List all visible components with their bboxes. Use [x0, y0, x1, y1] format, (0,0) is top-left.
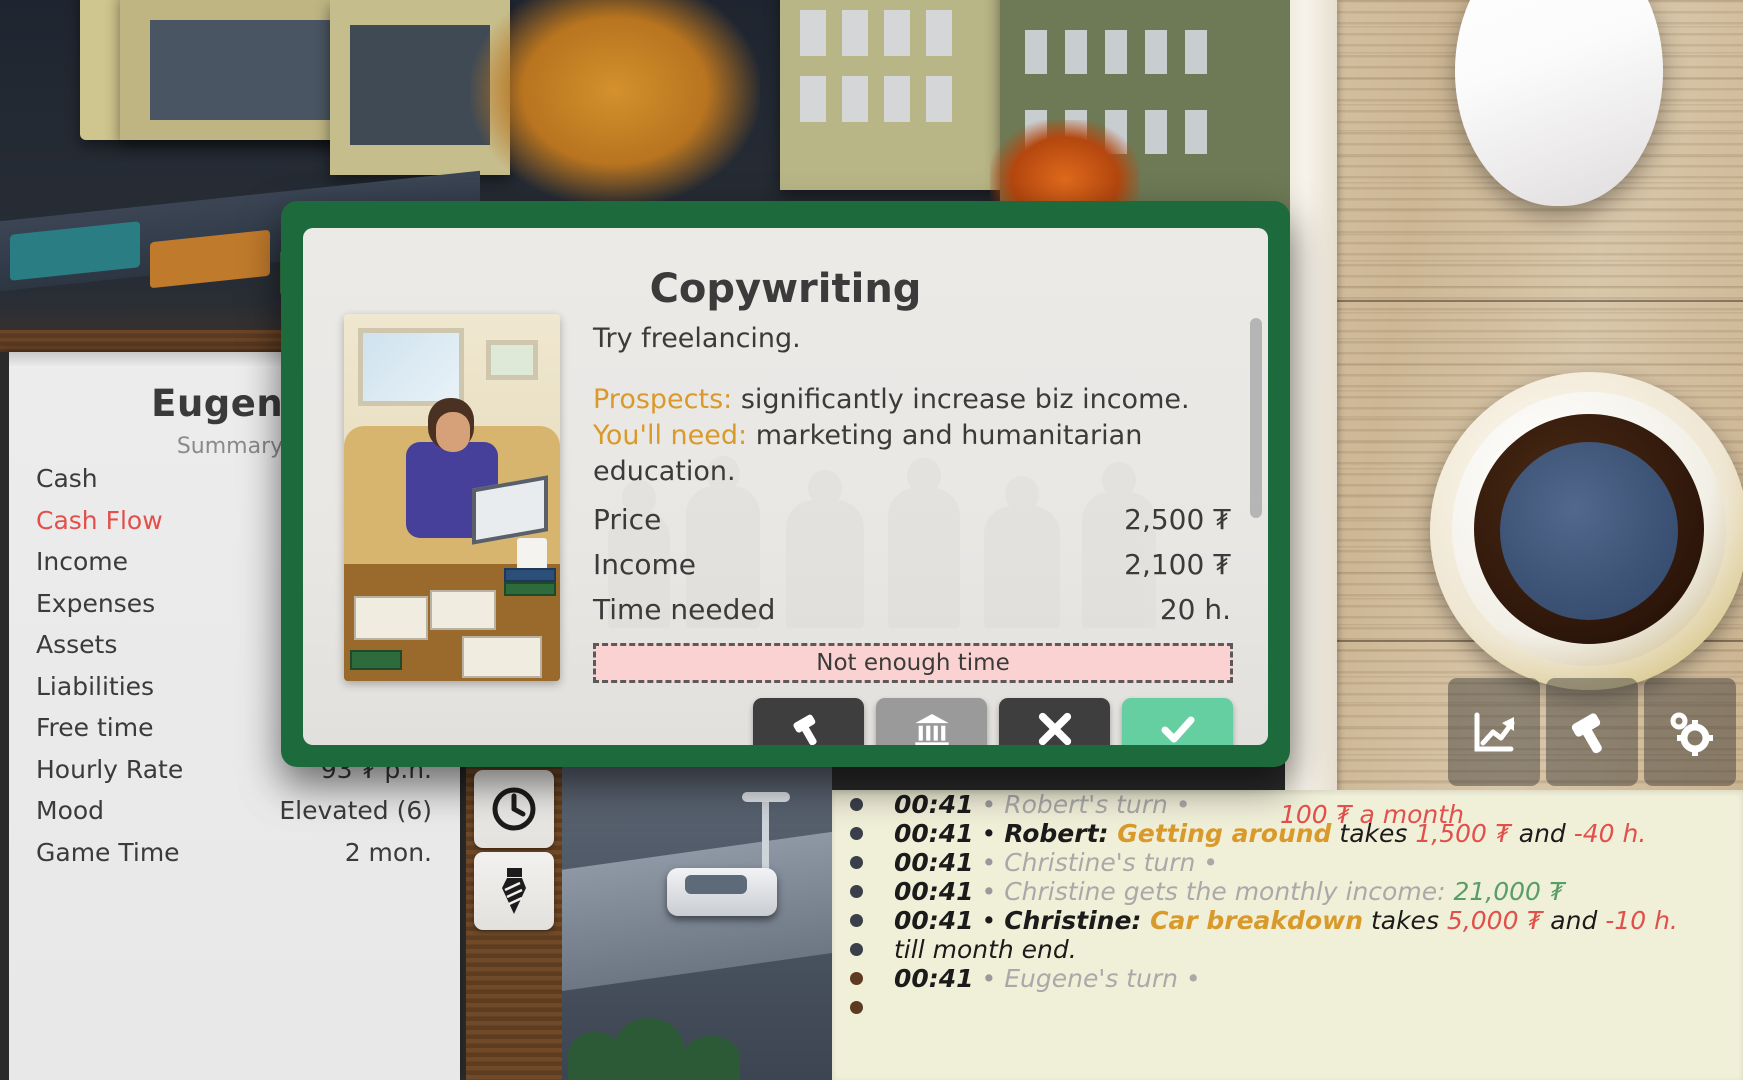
log-segment: •	[973, 819, 1005, 848]
log-segment: and	[1542, 906, 1606, 935]
log-segment: •	[973, 790, 1005, 819]
log-bullet-icon	[850, 943, 863, 956]
dialog-title: Copywriting	[649, 266, 922, 312]
overlay-toolbar	[1448, 678, 1738, 786]
summary-row-label: Free time	[36, 713, 154, 742]
log-timestamp: 00:41	[894, 906, 974, 935]
dialog-stats: Price 2,500 ₮ Income 2,100 ₮ Time needed 20 h…	[593, 503, 1233, 638]
panel-left-edge	[0, 352, 9, 1080]
close-icon	[1036, 710, 1074, 745]
log-timestamp: 00:41	[894, 877, 974, 906]
log-entry: 00:41 • Christine: Car breakdown takes 5…	[832, 906, 1743, 935]
log-segment: takes	[1363, 906, 1447, 935]
gears-icon	[1664, 706, 1716, 758]
log-entry: 00:41 • Eugene's turn •	[832, 964, 1743, 993]
log-entry: 00:41 • Christine's turn •	[832, 848, 1743, 877]
summary-row-label: Liabilities	[36, 671, 155, 701]
summary-row-label: Income	[36, 547, 128, 576]
car-sprite	[667, 868, 777, 916]
log-segment: -10 h.	[1605, 906, 1678, 935]
settings-button[interactable]	[1644, 678, 1736, 786]
log-segment: •	[973, 848, 1005, 877]
clock-icon	[490, 785, 538, 833]
gavel-icon	[1566, 706, 1618, 758]
log-segment: 5,000 ₮	[1446, 906, 1543, 935]
log-segment: 21,000 ₮	[1453, 877, 1565, 906]
summary-row-label: Cash Flow	[36, 505, 163, 535]
dialog-stat-value: 2,100 ₮	[1124, 548, 1231, 581]
log-bullet-icon	[850, 798, 863, 811]
dialog-stat-value: 20 h.	[1159, 593, 1231, 626]
summary-row-label: Cash	[36, 464, 98, 493]
job-button[interactable]	[474, 852, 554, 930]
log-segment: Robert's turn •	[1004, 790, 1191, 819]
dialog-stat-label: Income	[593, 548, 697, 581]
dialog-stat-row: Time needed 20 h.	[593, 593, 1233, 638]
dialog-stat-label: Time needed	[593, 593, 776, 626]
log-timestamp: 00:41	[894, 848, 974, 877]
status-badge: Not enough time	[593, 643, 1233, 683]
log-bullet-icon	[850, 827, 863, 840]
log-segment: •	[973, 964, 1005, 993]
summary-row-label: Mood	[36, 796, 105, 825]
summary-row[interactable]: Game Time 2 mon.	[36, 838, 446, 880]
summary-row-value: Elevated (6)	[279, 796, 432, 825]
log-entry: 00:41 • Christine gets the monthly incom…	[832, 877, 1743, 906]
event-log-panel[interactable]: 00:41 • Robert's turn • 00:41 • Robert: G…	[832, 790, 1743, 1080]
dialog-stat-label: Price	[593, 503, 662, 536]
copywriting-dialog: Copywriting Try freelancing. Prospects: …	[281, 201, 1290, 767]
confirm-button[interactable]	[1122, 698, 1233, 745]
log-timestamp: 00:41	[894, 790, 974, 819]
log-segment: Eugene's turn •	[1004, 964, 1201, 993]
coffee-cup-photo	[1430, 372, 1743, 702]
log-segment: Christine's turn •	[1004, 848, 1219, 877]
requirements-label: You'll need:	[593, 420, 748, 451]
log-entry: till month end.	[832, 935, 1743, 964]
log-segment: Robert:	[1004, 819, 1118, 848]
gavel-icon	[789, 709, 829, 745]
statistics-button[interactable]	[1448, 678, 1540, 786]
bank-button[interactable]	[876, 698, 987, 745]
log-timestamp: 00:41	[894, 964, 974, 993]
log-bullet-icon	[850, 856, 863, 869]
check-icon	[1158, 709, 1198, 745]
dialog-actions	[753, 698, 1233, 745]
time-button[interactable]	[474, 770, 554, 848]
tool-column	[466, 760, 562, 1080]
dialog-stat-row: Price 2,500 ₮	[593, 503, 1233, 548]
log-segment: till month end.	[894, 935, 1077, 964]
cancel-button[interactable]	[999, 698, 1110, 745]
log-segment: Christine:	[1004, 906, 1151, 935]
summary-row-label: Game Time	[36, 837, 180, 867]
log-segment: •	[973, 906, 1005, 935]
summary-row-label: Assets	[36, 630, 118, 659]
auction-button[interactable]	[1546, 678, 1638, 786]
dialog-stat-row: Income 2,100 ₮	[593, 548, 1233, 593]
log-bullet-icon	[850, 914, 863, 927]
summary-row[interactable]: Mood Elevated (6)	[36, 796, 446, 838]
summary-row-value: 2 mon.	[344, 837, 432, 867]
bank-icon	[912, 709, 952, 745]
game-scene-preview[interactable]	[562, 760, 832, 1080]
log-bullet-icon	[850, 972, 863, 985]
necktie-icon	[492, 866, 536, 916]
log-timestamp: 00:41	[894, 819, 974, 848]
log-bullet-icon	[850, 1001, 863, 1014]
log-segment: Car breakdown	[1150, 906, 1364, 935]
log-segment: Christine gets the monthly income:	[1004, 877, 1454, 906]
log-monthly-note: 100 ₮ a month	[1280, 800, 1464, 829]
freelancer-illustration	[344, 314, 560, 681]
prospects-label: Prospects:	[593, 384, 733, 415]
summary-row-label: Hourly Rate	[36, 754, 184, 784]
prospects-text: significantly increase biz income.	[732, 384, 1190, 415]
summary-row-label: Expenses	[36, 588, 156, 618]
log-bullet-icon	[850, 885, 863, 898]
dialog-description: Try freelancing.	[593, 323, 801, 354]
dialog-prospects: Prospects: significantly increase biz in…	[593, 382, 1233, 490]
dialog-scrollbar-thumb[interactable]	[1250, 318, 1262, 518]
gavel-button[interactable]	[753, 698, 864, 745]
trend-chart-icon	[1468, 706, 1520, 758]
dialog-stat-value: 2,500 ₮	[1124, 503, 1231, 536]
log-segment: •	[973, 877, 1005, 906]
